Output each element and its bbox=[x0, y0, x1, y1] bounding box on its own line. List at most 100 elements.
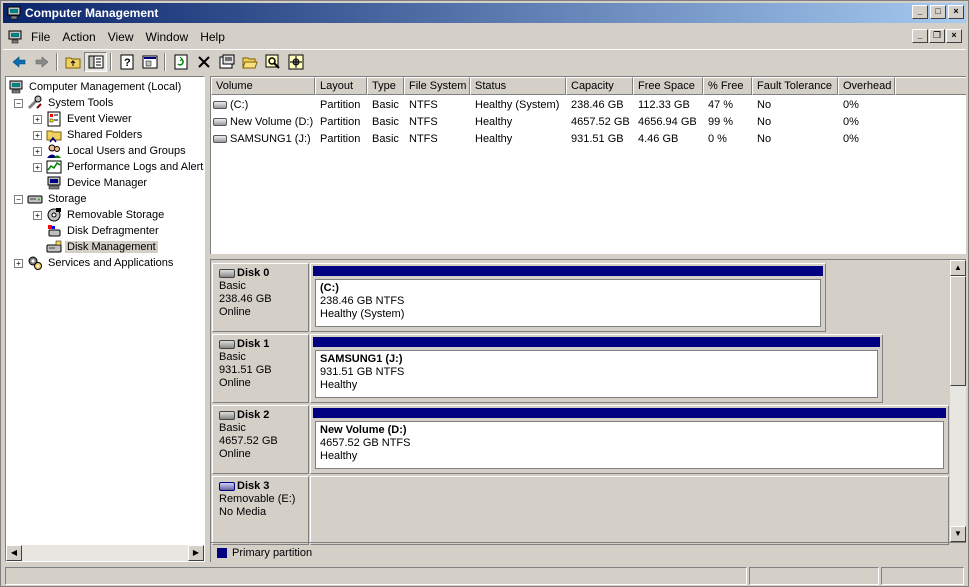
refresh-icon bbox=[174, 54, 187, 70]
status-panel-main bbox=[5, 567, 747, 585]
column-header-overhead[interactable]: Overhead bbox=[838, 77, 895, 95]
disk-management-icon bbox=[46, 240, 62, 253]
tree-item-removable-storage[interactable]: + Removable Storage bbox=[33, 207, 166, 223]
scroll-down-button[interactable]: ▼ bbox=[950, 526, 966, 542]
title-bar[interactable]: Computer Management _ □ × bbox=[3, 3, 966, 23]
expand-toggle[interactable]: + bbox=[33, 210, 42, 220]
scroll-right-button[interactable]: ▶ bbox=[188, 545, 204, 561]
delete-icon bbox=[197, 56, 210, 68]
up-folder-icon bbox=[65, 57, 80, 69]
tree-item-label: Performance Logs and Alerts bbox=[67, 161, 205, 173]
disk-info-3[interactable]: Disk 3 Removable (E:) No Media bbox=[212, 476, 309, 545]
properties-icon bbox=[219, 54, 234, 69]
tree-item-label: Local Users and Groups bbox=[67, 145, 186, 157]
disk-info-2[interactable]: Disk 2 Basic 4657.52 GB Online bbox=[212, 405, 309, 474]
disk-info-0[interactable]: Disk 0 Basic 238.46 GB Online bbox=[212, 263, 309, 332]
expand-toggle[interactable]: + bbox=[33, 146, 42, 156]
disk-row-2[interactable]: Disk 2 Basic 4657.52 GB Online New Volum… bbox=[211, 405, 949, 476]
partition-c[interactable]: (C:) 238.46 GB NTFS Healthy (System) bbox=[310, 263, 826, 332]
column-header-capacity[interactable]: Capacity bbox=[566, 77, 633, 95]
properties-button[interactable] bbox=[215, 52, 238, 72]
users-icon bbox=[47, 144, 61, 158]
expand-toggle[interactable]: + bbox=[14, 258, 23, 268]
device-manager-icon bbox=[47, 176, 61, 190]
scroll-thumb[interactable] bbox=[950, 276, 966, 386]
column-header-free-space[interactable]: Free Space bbox=[633, 77, 703, 95]
disk-row-1[interactable]: Disk 1 Basic 931.51 GB Online SAMSUNG1 (… bbox=[211, 334, 949, 405]
primary-partition-bar bbox=[313, 337, 880, 347]
partition-d[interactable]: New Volume (D:) 4657.52 GB NTFS Healthy bbox=[310, 405, 949, 474]
search-button[interactable] bbox=[261, 52, 284, 72]
tree-item-device-manager[interactable]: Device Manager bbox=[46, 175, 149, 191]
disk-info-1[interactable]: Disk 1 Basic 931.51 GB Online bbox=[212, 334, 309, 403]
expand-toggle[interactable]: + bbox=[33, 162, 42, 172]
help-button[interactable]: ? bbox=[115, 52, 138, 72]
disk-row-0[interactable]: Disk 0 Basic 238.46 GB Online (C:) 238.4… bbox=[211, 263, 949, 334]
tree-item-local-users-and-groups[interactable]: + Local Users and Groups bbox=[33, 143, 188, 159]
table-row[interactable]: (C:) Partition Basic NTFS Healthy (Syste… bbox=[211, 96, 895, 113]
up-one-level-button[interactable] bbox=[61, 52, 84, 72]
menu-window[interactable]: Window bbox=[140, 30, 195, 44]
open-folder-button[interactable] bbox=[238, 52, 261, 72]
defragmenter-icon bbox=[48, 225, 61, 237]
tree-item-event-viewer[interactable]: + Event Viewer bbox=[33, 111, 134, 127]
forward-button[interactable] bbox=[30, 52, 53, 72]
partition-j[interactable]: SAMSUNG1 (J:) 931.51 GB NTFS Healthy bbox=[310, 334, 883, 403]
tree-item-disk-defragmenter[interactable]: Disk Defragmenter bbox=[46, 223, 161, 239]
column-header-percent-free[interactable]: % Free bbox=[703, 77, 752, 95]
cell-layout: Partition bbox=[320, 115, 361, 128]
minimize-button[interactable]: _ bbox=[912, 5, 928, 19]
tree-horizontal-scrollbar[interactable]: ◀ ▶ bbox=[6, 545, 204, 561]
disk-graphical-view[interactable]: Disk 0 Basic 238.46 GB Online (C:) 238.4… bbox=[210, 259, 966, 562]
menu-view[interactable]: View bbox=[102, 30, 140, 44]
settings-button[interactable] bbox=[284, 52, 307, 72]
column-header-fault-tolerance[interactable]: Fault Tolerance bbox=[752, 77, 838, 95]
collapse-toggle[interactable]: − bbox=[14, 194, 23, 204]
table-row[interactable]: SAMSUNG1 (J:) Partition Basic NTFS Healt… bbox=[211, 130, 895, 147]
console-tree[interactable]: Computer Management (Local) − System Too… bbox=[5, 76, 205, 562]
removable-media-area[interactable] bbox=[310, 476, 949, 545]
menu-bar: File Action View Window Help _ ❐ × bbox=[3, 27, 966, 47]
child-window-system-icon[interactable] bbox=[7, 29, 23, 45]
tree-item-performance-logs-and-alerts[interactable]: + Performance Logs and Alerts bbox=[33, 159, 205, 175]
back-button[interactable] bbox=[7, 52, 30, 72]
scroll-left-button[interactable]: ◀ bbox=[6, 545, 22, 561]
tree-item-label: Computer Management (Local) bbox=[29, 81, 182, 93]
menu-action[interactable]: Action bbox=[56, 30, 101, 44]
scroll-up-button[interactable]: ▲ bbox=[950, 260, 966, 276]
column-header-volume[interactable]: Volume bbox=[211, 77, 315, 95]
expand-toggle[interactable]: + bbox=[33, 114, 42, 124]
tree-item-computer-management-local[interactable]: Computer Management (Local) bbox=[8, 79, 183, 95]
column-header-status[interactable]: Status bbox=[470, 77, 566, 95]
tree-item-label: Disk Management bbox=[65, 241, 158, 253]
column-header-file-system[interactable]: File System bbox=[404, 77, 470, 95]
column-header-layout[interactable]: Layout bbox=[315, 77, 367, 95]
tree-item-storage[interactable]: − Storage bbox=[14, 191, 89, 207]
tree-item-services-and-applications[interactable]: + Services and Applications bbox=[14, 255, 175, 271]
cell-status: Healthy (System) bbox=[475, 98, 560, 111]
volume-list-view[interactable]: Volume Layout Type File System Status Ca… bbox=[210, 76, 966, 254]
child-restore-button[interactable]: ❐ bbox=[929, 29, 945, 43]
tree-item-system-tools[interactable]: − System Tools bbox=[14, 95, 115, 111]
delete-button[interactable] bbox=[192, 52, 215, 72]
disk-row-3[interactable]: Disk 3 Removable (E:) No Media bbox=[211, 476, 949, 547]
refresh-button[interactable] bbox=[169, 52, 192, 72]
maximize-button[interactable]: □ bbox=[930, 5, 946, 19]
child-minimize-button[interactable]: _ bbox=[912, 29, 928, 43]
tree-item-shared-folders[interactable]: + Shared Folders bbox=[33, 127, 144, 143]
menu-file[interactable]: File bbox=[25, 30, 56, 44]
column-header-type[interactable]: Type bbox=[367, 77, 404, 95]
child-close-button[interactable]: × bbox=[946, 29, 962, 43]
collapse-toggle[interactable]: − bbox=[14, 98, 23, 108]
tree-item-disk-management[interactable]: Disk Management bbox=[46, 239, 158, 255]
disk-view-vertical-scrollbar[interactable]: ▲ ▼ bbox=[950, 260, 966, 542]
disk-type: Basic bbox=[219, 422, 246, 434]
partition-name: SAMSUNG1 (J:) bbox=[320, 353, 403, 365]
show-hide-console-tree-button[interactable] bbox=[84, 52, 107, 72]
expand-toggle[interactable]: + bbox=[33, 130, 42, 140]
menu-help[interactable]: Help bbox=[194, 30, 231, 44]
close-button[interactable]: × bbox=[948, 5, 964, 19]
table-row[interactable]: New Volume (D:) Partition Basic NTFS Hea… bbox=[211, 113, 895, 130]
computer-management-window: Computer Management _ □ × File Action Vi… bbox=[0, 0, 969, 587]
export-list-button[interactable] bbox=[138, 52, 161, 72]
